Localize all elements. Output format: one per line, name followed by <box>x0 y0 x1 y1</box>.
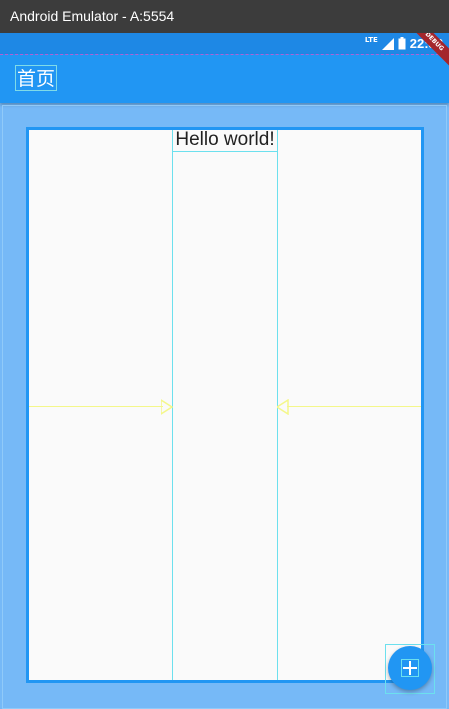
status-bar: LTE 22:38 <box>0 33 449 54</box>
device-screen: LTE 22:38 首页 DEBUG Hello world! <box>0 33 449 709</box>
emulator-window: Android Emulator - A:5554 LTE 22:38 首页 D… <box>0 0 449 709</box>
window-title: Android Emulator - A:5554 <box>0 0 449 33</box>
debug-baseline <box>0 54 449 55</box>
hello-text: Hello world! <box>172 129 278 152</box>
app-bar: 首页 <box>0 54 449 103</box>
content-container: Hello world! <box>26 127 424 683</box>
signal-icon <box>381 37 394 50</box>
align-arrow-left-icon <box>277 399 289 415</box>
add-icon <box>401 659 419 677</box>
align-arrow-right-icon <box>161 399 173 415</box>
align-arrow-right-line <box>287 406 421 407</box>
lte-label: LTE <box>364 36 378 44</box>
app-bar-title: 首页 <box>15 65 58 91</box>
add-button[interactable] <box>388 646 432 690</box>
align-arrow-left-line <box>29 406 163 407</box>
battery-icon <box>398 37 406 50</box>
